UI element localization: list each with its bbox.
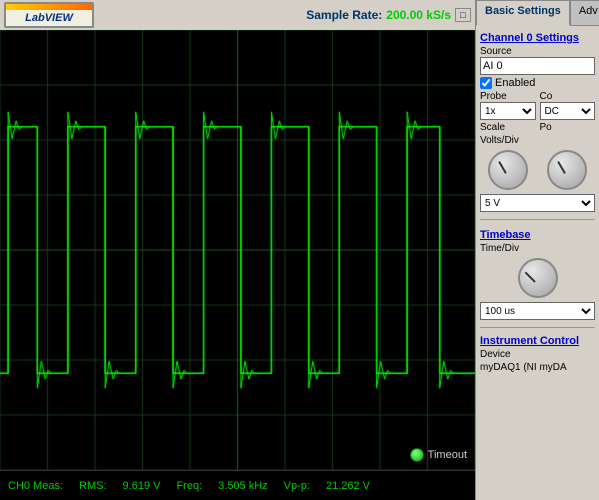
tabs: Basic Settings Adv: [476, 0, 599, 26]
scope-canvas: [0, 30, 475, 470]
freq-label: Freq:: [176, 480, 202, 492]
knob-indicator: [498, 161, 507, 174]
source-input[interactable]: [480, 57, 595, 75]
timeout-led: [410, 448, 424, 462]
sample-rate-value: 200.00 kS/s: [386, 8, 451, 22]
knobs-row: [480, 146, 595, 194]
scale-position-labels: Scale Volts/Div Po: [480, 120, 595, 146]
volts-div-knob-area: [480, 150, 536, 190]
enabled-label: Enabled: [495, 77, 535, 89]
position-label: Po: [540, 122, 596, 133]
instrument-control-section: Instrument Control Device myDAQ1 (NI myD…: [480, 335, 595, 373]
time-div-knob[interactable]: [518, 258, 558, 298]
time-select[interactable]: 100 us 50 us 200 us: [480, 302, 595, 320]
divider-2: [480, 327, 595, 328]
enabled-row: Enabled: [480, 77, 595, 89]
probe-label: Probe: [480, 91, 536, 102]
timebase-title: Timebase: [480, 229, 595, 241]
time-div-knob-area: [480, 258, 595, 298]
freq-value: 3.505 kHz: [218, 480, 268, 492]
tab-basic[interactable]: Basic Settings: [476, 0, 570, 26]
knob-indicator: [557, 161, 566, 174]
ch0-label: CH0 Meas:: [8, 480, 63, 492]
volts-div-label: Volts/Div: [480, 135, 536, 146]
restore-button[interactable]: □: [455, 8, 471, 22]
probe-coupling-row: Probe 1x 10x Co DC AC: [480, 89, 595, 120]
divider-1: [480, 219, 595, 220]
panel-content: Channel 0 Settings Source Enabled Probe …: [476, 26, 599, 500]
device-value: myDAQ1 (NI myDA: [480, 362, 595, 373]
device-label: Device: [480, 349, 595, 360]
vpp-label: Vp-p:: [284, 480, 310, 492]
position-knob-area: [540, 150, 596, 190]
channel-settings-section: Channel 0 Settings Source Enabled Probe …: [480, 30, 595, 212]
volt-select-row: 5 V 2 V 1 V: [480, 194, 595, 212]
labview-logo: LabVIEW: [4, 2, 94, 28]
timeout-text: Timeout: [428, 449, 467, 461]
window-controls: □: [455, 8, 471, 22]
timebase-section: Timebase Time/Div 100 us 50 us 200 us: [480, 227, 595, 320]
left-panel: LabVIEW Sample Rate: 200.00 kS/s □ Timeo…: [0, 0, 475, 500]
right-panel: Basic Settings Adv Channel 0 Settings So…: [475, 0, 599, 500]
measurements-bar: CH0 Meas: RMS: 9.619 V Freq: 3.505 kHz V…: [0, 470, 475, 500]
coupling-label: Co: [540, 91, 596, 102]
position-knob[interactable]: [547, 150, 587, 190]
scope-display: Timeout: [0, 30, 475, 470]
scale-label: Scale: [480, 122, 536, 133]
time-select-row: 100 us 50 us 200 us: [480, 302, 595, 320]
instrument-control-title: Instrument Control: [480, 335, 595, 347]
enabled-checkbox[interactable]: [480, 77, 492, 89]
volts-div-knob[interactable]: [488, 150, 528, 190]
sample-rate-label: Sample Rate:: [306, 8, 382, 22]
source-label: Source: [480, 46, 595, 57]
tab-adv[interactable]: Adv: [570, 0, 599, 26]
knob-indicator: [524, 272, 535, 283]
timeout-area: Timeout: [410, 448, 467, 462]
rms-label: RMS:: [79, 480, 107, 492]
probe-select[interactable]: 1x 10x: [480, 102, 536, 120]
vpp-value: 21.262 V: [326, 480, 370, 492]
toolbar: LabVIEW Sample Rate: 200.00 kS/s □: [0, 0, 475, 30]
coupling-select[interactable]: DC AC: [540, 102, 596, 120]
rms-value: 9.619 V: [123, 480, 161, 492]
volt-select[interactable]: 5 V 2 V 1 V: [480, 194, 595, 212]
channel-settings-title: Channel 0 Settings: [480, 32, 595, 44]
time-div-label: Time/Div: [480, 243, 595, 254]
